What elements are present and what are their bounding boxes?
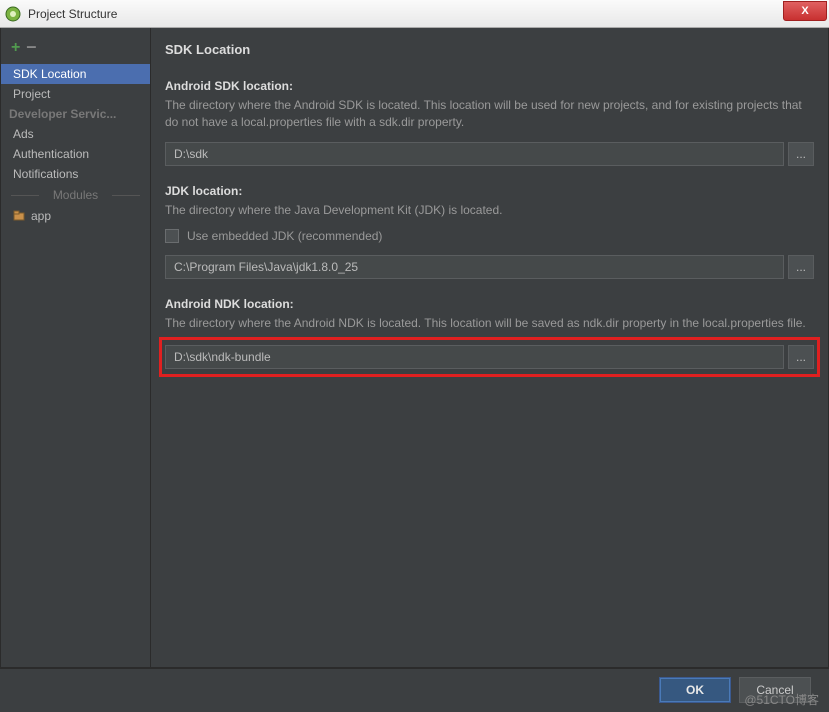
page-title: SDK Location xyxy=(165,42,814,57)
ndk-input-row: ... xyxy=(165,343,814,371)
jdk-embedded-label: Use embedded JDK (recommended) xyxy=(187,229,382,243)
sidebar-item-ads[interactable]: Ads xyxy=(1,124,150,144)
sidebar-item-notifications[interactable]: Notifications xyxy=(1,164,150,184)
app-icon xyxy=(4,5,22,23)
dialog-footer: OK Cancel xyxy=(0,668,829,710)
ellipsis-icon: ... xyxy=(796,147,806,161)
sidebar-item-app[interactable]: app xyxy=(1,206,150,226)
sidebar-item-authentication[interactable]: Authentication xyxy=(1,144,150,164)
ndk-path-input[interactable] xyxy=(165,345,784,369)
ellipsis-icon: ... xyxy=(796,350,806,364)
close-icon: X xyxy=(801,5,808,17)
dialog-body: + – SDK Location Project Developer Servi… xyxy=(0,28,829,668)
sdk-path-input[interactable] xyxy=(165,142,784,166)
jdk-heading: JDK location: xyxy=(165,184,814,198)
jdk-input-row: ... xyxy=(165,255,814,279)
sdk-desc: The directory where the Android SDK is l… xyxy=(165,97,814,132)
ellipsis-icon: ... xyxy=(796,260,806,274)
sdk-heading: Android SDK location: xyxy=(165,79,814,93)
main-panel: SDK Location Android SDK location: The d… xyxy=(151,28,828,667)
remove-icon[interactable]: – xyxy=(26,40,36,56)
ndk-browse-button[interactable]: ... xyxy=(788,345,814,369)
jdk-path-input[interactable] xyxy=(165,255,784,279)
sidebar-item-project[interactable]: Project xyxy=(1,84,150,104)
sdk-browse-button[interactable]: ... xyxy=(788,142,814,166)
sidebar-item-label: SDK Location xyxy=(13,67,86,81)
sidebar-item-sdk-location[interactable]: SDK Location xyxy=(1,64,150,84)
ndk-heading: Android NDK location: xyxy=(165,297,814,311)
add-icon[interactable]: + xyxy=(11,40,20,56)
sidebar-header-developer-services: Developer Servic... xyxy=(1,104,150,124)
sidebar-item-label: app xyxy=(31,209,51,223)
watermark: @51CTO博客 xyxy=(744,691,819,708)
sidebar-header-modules: Modules xyxy=(1,184,150,206)
window-title: Project Structure xyxy=(28,7,117,21)
sidebar-tools: + – xyxy=(1,36,150,64)
module-icon xyxy=(13,210,25,222)
sidebar-item-label: Ads xyxy=(13,127,34,141)
jdk-embedded-row: Use embedded JDK (recommended) xyxy=(165,229,814,243)
title-bar: Project Structure X xyxy=(0,0,829,28)
sidebar: + – SDK Location Project Developer Servi… xyxy=(1,28,151,667)
ok-button[interactable]: OK xyxy=(659,677,731,703)
sidebar-item-label: Notifications xyxy=(13,167,78,181)
jdk-desc: The directory where the Java Development… xyxy=(165,202,814,219)
ndk-desc: The directory where the Android NDK is l… xyxy=(165,315,814,332)
sdk-input-row: ... xyxy=(165,142,814,166)
close-button[interactable]: X xyxy=(783,1,827,21)
sidebar-item-label: Project xyxy=(13,87,50,101)
jdk-browse-button[interactable]: ... xyxy=(788,255,814,279)
jdk-embedded-checkbox[interactable] xyxy=(165,229,179,243)
sidebar-item-label: Authentication xyxy=(13,147,89,161)
